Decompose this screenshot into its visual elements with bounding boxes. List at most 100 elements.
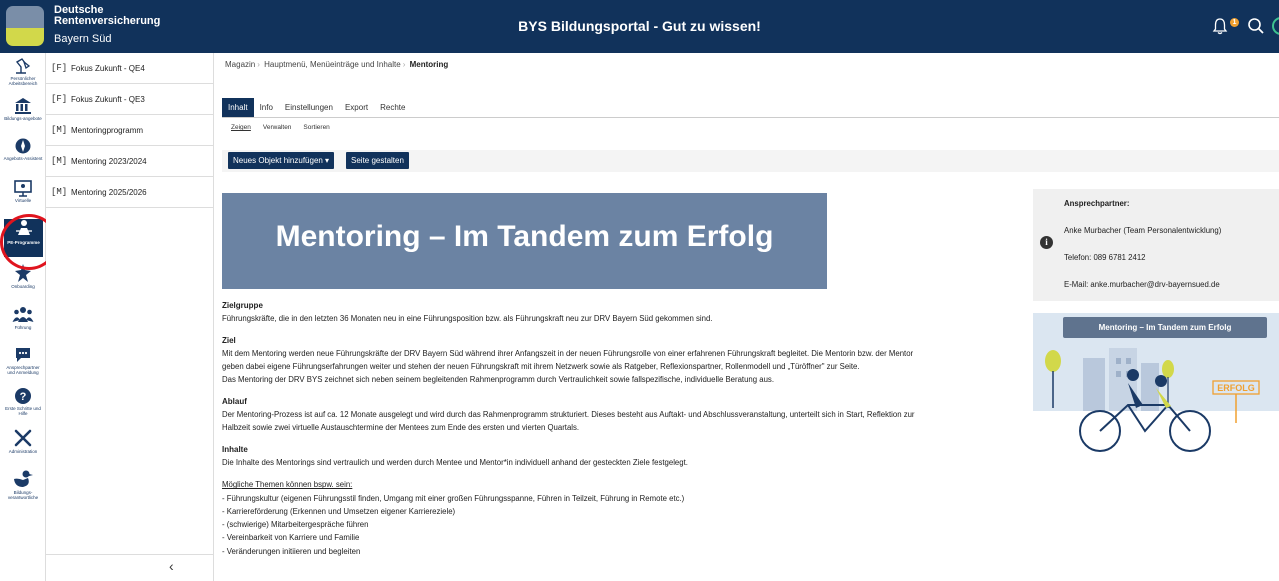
nav-bildungsangebote[interactable]: Bildungs-angebote [3,97,43,133]
nav-erste-schritte[interactable]: ? Erste Schritte und Hilfe [3,387,43,423]
section-heading: Ablauf [222,396,247,406]
compass-icon [15,138,31,154]
subnav-item-mentoring-2023[interactable]: [M] Mentoring 2023/2024 [46,146,213,177]
chat-icon [16,348,30,362]
section-heading: Zielgruppe [222,301,263,310]
title-banner: Mentoring – Im Tandem zum Erfolg [222,193,827,289]
item-type-icon: [M] [51,156,68,166]
subtab-verwalten[interactable]: Verwalten [263,124,292,131]
breadcrumb-link[interactable]: Magazin [225,60,255,69]
paragraph: Halbzeit sowie zwei virtuelle Austauscht… [222,423,580,433]
item-type-icon: [F] [51,63,68,73]
bell-icon[interactable] [1212,17,1228,40]
main-content: Magazin › Hauptmenü, Menüeinträge und Inh… [215,53,1279,581]
nav-label: Angebots-Assistent [3,156,43,161]
duck-icon [14,470,33,487]
tab-export[interactable]: Export [339,98,374,117]
nav-persoenlicher-arbeitsbereich[interactable]: Persönlicher Arbeitsbereich [3,57,43,93]
nav-label: Virtuelle [14,198,32,203]
contact-name: Anke Murbacher (Team Personalentwicklung… [1064,226,1222,235]
notification-badge: 1 [1230,18,1239,27]
list-item: - Führungskultur (eigenen Führungsstil f… [222,493,685,503]
help-icon: ? [15,388,31,404]
subnav-label: Fokus Zukunft - QE3 [71,94,145,104]
contact-title: Ansprechpartner: [1064,199,1130,208]
nav-label: Administration [8,449,38,454]
nav-fuehrung[interactable]: Führung [3,306,43,342]
subnav-label: Fokus Zukunft - QE4 [71,63,145,73]
contact-box: i Ansprechpartner: Anke Murbacher (Team … [1033,189,1279,301]
item-type-icon: [M] [51,187,68,197]
sub-tabs: Zeigen Verwalten Sortieren [231,124,330,131]
contact-email[interactable]: E-Mail: anke.murbacher@drv-bayernsued.de [1064,280,1221,307]
item-type-icon: [M] [51,125,68,135]
search-icon[interactable] [1247,17,1265,40]
sub-navigation: [F] Fokus Zukunft - QE4 [F] Fokus Zukunf… [46,53,214,581]
subnav-item-fokus-qe4[interactable]: [F] Fokus Zukunft - QE4 [46,53,213,84]
contact-phone: Telefon: 089 6781 2412 [1064,253,1146,262]
paragraph: Führungskräfte, die in den letzten 36 Mo… [222,314,713,324]
subtab-sortieren[interactable]: Sortieren [303,124,329,131]
list-item: - Karriereförderung (Erkennen und Umsetz… [222,506,456,516]
nav-bildungsverantwortliche[interactable]: Bildungs-verantwortliche [3,469,43,505]
paragraph: Das Mentoring der DRV BYS zeichnet sich … [222,375,774,385]
breadcrumb-link[interactable]: Hauptmenü, Menüeinträge und Inhalte [264,60,401,69]
breadcrumb: Magazin › Hauptmenü, Menüeinträge und Inh… [225,60,449,69]
collapse-chevron-icon[interactable]: ‹ [169,558,174,574]
org-region: Bayern Süd [54,33,112,45]
nav-ansprechpartner[interactable]: Ansprechpartner und Anmeldung [3,346,43,382]
subnav-label: Mentoring 2023/2024 [71,156,147,166]
content-tabs: Inhalt Info Einstellungen Export Rechte [222,98,411,117]
tab-info[interactable]: Info [254,98,279,117]
people-icon [12,307,34,322]
nav-administration[interactable]: Administration [3,428,43,464]
tab-inhalt[interactable]: Inhalt [222,98,254,117]
article-body: Zielgruppe Führungskräfte, die in den le… [222,299,1012,558]
desk-lamp-icon [15,58,31,74]
main-nav-rail: Persönlicher Arbeitsbereich Bildungs-ang… [0,53,46,581]
screen-icon [14,180,32,197]
tandem-illustration: ERFOLG Mentoring – Im Tandem zum Erfolg [1033,313,1279,453]
tab-rechte[interactable]: Rechte [374,98,411,117]
tools-icon [14,429,32,447]
subnav-item-mentoringprogramm[interactable]: [M] Mentoringprogramm [46,115,213,146]
topics-heading: Mögliche Themen können bspw. sein: [222,480,353,490]
illustration-title: Mentoring – Im Tandem zum Erfolg [1063,317,1267,338]
item-type-icon: [F] [51,94,68,104]
nav-angebots-assistent[interactable]: Angebots-Assistent [3,137,43,173]
subnav-label: Mentoringprogramm [71,125,144,135]
list-item: - Veränderungen initiieren und begleiten [222,546,361,556]
nav-label: Bildungs-verantwortliche [7,490,39,500]
svg-text:ERFOLG: ERFOLG [1217,383,1255,393]
toolbar: Neues Objekt hinzufügen ▾ Seite gestalte… [222,150,1279,172]
breadcrumb-current: Mentoring [409,60,449,69]
subnav-footer-divider [46,554,214,555]
subnav-item-fokus-qe3[interactable]: [F] Fokus Zukunft - QE3 [46,84,213,115]
institution-icon [15,98,31,114]
nav-virtuelle[interactable]: Virtuelle [3,179,43,215]
subnav-label: Mentoring 2025/2026 [71,187,147,197]
subnav-item-mentoring-2025[interactable]: [M] Mentoring 2025/2026 [46,177,213,208]
svg-text:?: ? [20,391,27,403]
list-item: - (schwierige) Mitarbeitergespräche führ… [222,520,369,530]
subtab-zeigen[interactable]: Zeigen [231,124,251,131]
app-header: Deutsche Rentenversicherung Bayern Süd B… [0,0,1279,53]
paragraph: geben dabei eigene Führungserfahrungen w… [222,362,860,372]
section-heading: Inhalte [222,444,248,454]
section-heading: Ziel [222,335,236,345]
banner-title: Mentoring – Im Tandem zum Erfolg [275,220,774,253]
paragraph: Der Mentoring-Prozess ist auf ca. 12 Mon… [222,410,915,420]
paragraph: Mit dem Mentoring werden neue Führungskr… [222,348,914,358]
nav-label: Erste Schritte und Hilfe [5,406,41,416]
nav-label: Bildungs-angebote [4,116,42,121]
nav-label: Persönlicher Arbeitsbereich [8,76,38,86]
nav-label: Ansprechpartner und Anmeldung [6,365,40,375]
nav-label: Onboarding [11,284,35,289]
add-object-button[interactable]: Neues Objekt hinzufügen ▾ [228,152,335,169]
info-icon: i [1040,236,1053,249]
tab-divider [222,117,1279,118]
tab-einstellungen[interactable]: Einstellungen [279,98,339,117]
page-title: BYS Bildungsportal - Gut zu wissen! [518,18,761,34]
paragraph: Die Inhalte des Mentorings sind vertraul… [222,457,688,467]
design-page-button[interactable]: Seite gestalten [346,152,409,169]
